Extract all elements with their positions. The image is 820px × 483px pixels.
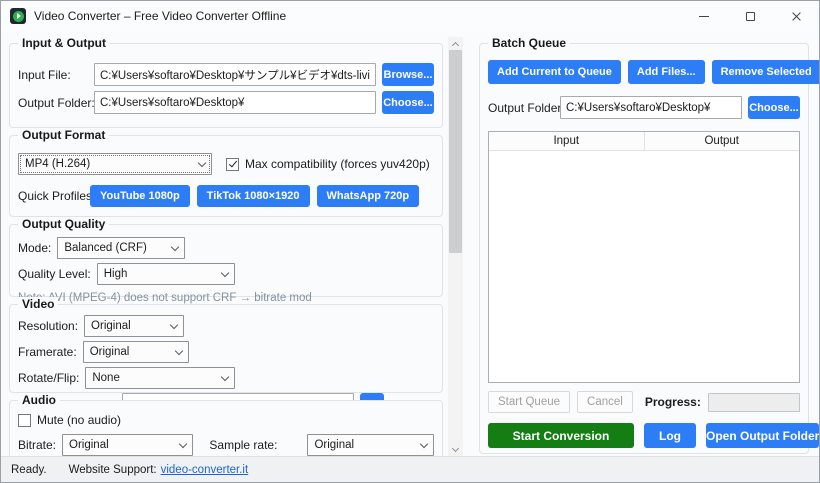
chevron-down-icon — [174, 346, 182, 354]
start-queue-button[interactable]: Start Queue — [488, 391, 570, 413]
maximize-button[interactable] — [727, 1, 773, 31]
progress-label: Progress: — [645, 395, 701, 409]
sample-rate-label: Sample rate: — [209, 438, 277, 452]
framerate-value: Original — [90, 346, 130, 358]
section-title-video: Video — [18, 297, 58, 311]
input-output-section: Input & Output Input File: Browse... Out… — [9, 43, 443, 128]
quality-level-label: Quality Level: — [18, 267, 91, 281]
log-button[interactable]: Log — [644, 423, 696, 448]
mode-label: Mode: — [18, 241, 51, 255]
bitrate-label: Bitrate: — [18, 438, 56, 452]
rotate-flip-select[interactable]: None — [85, 367, 235, 389]
scrollbar-thumb[interactable] — [449, 50, 462, 253]
bitrate-select[interactable]: Original — [62, 434, 193, 456]
queue-column-input[interactable]: Input — [489, 132, 645, 150]
framerate-label: Framerate: — [18, 345, 77, 359]
status-text: Ready. — [11, 464, 47, 476]
rotate-flip-label: Rotate/Flip: — [18, 371, 79, 385]
title-bar: Video Converter – Free Video Converter O… — [1, 1, 819, 31]
mode-select[interactable]: Balanced (CRF) — [57, 237, 185, 259]
section-title-input-output: Input & Output — [18, 37, 110, 50]
rotate-flip-value: None — [92, 372, 120, 384]
batch-queue-section: Batch Queue Add Current to Queue Add Fil… — [479, 43, 809, 454]
profile-youtube-button[interactable]: YouTube 1080p — [90, 185, 190, 207]
video-section: Video Resolution: Original Framerate: Or… — [9, 304, 443, 393]
input-file-label: Input File: — [18, 68, 94, 82]
mode-select-value: Balanced (CRF) — [64, 242, 146, 254]
max-compat-label: Max compatibility (forces yuv420p) — [245, 157, 430, 171]
output-format-section: Output Format MP4 (H.264) Max compatibil… — [9, 135, 443, 217]
input-file-field[interactable] — [94, 63, 376, 86]
chevron-down-icon — [179, 439, 187, 447]
window-title: Video Converter – Free Video Converter O… — [34, 9, 286, 23]
max-compat-checkbox[interactable]: Max compatibility (forces yuv420p) — [226, 157, 430, 171]
format-select[interactable]: MP4 (H.264) — [18, 153, 212, 175]
queue-column-output[interactable]: Output — [645, 132, 800, 150]
scroll-down-icon[interactable] — [448, 443, 463, 457]
batch-output-folder-field[interactable] — [560, 96, 742, 119]
chevron-down-icon — [171, 242, 179, 250]
profile-tiktok-button[interactable]: TikTok 1080×1920 — [197, 185, 310, 207]
close-button[interactable] — [773, 1, 819, 31]
checkbox-checked-icon — [226, 158, 239, 171]
close-icon — [791, 11, 802, 22]
section-title-output-format: Output Format — [18, 128, 109, 142]
support-label: Website Support: — [69, 464, 157, 476]
section-title-batch-queue: Batch Queue — [488, 36, 570, 50]
settings-panel: Input & Output Input File: Browse... Out… — [9, 37, 443, 457]
minimize-icon — [699, 16, 709, 17]
add-files-button[interactable]: Add Files... — [628, 60, 705, 84]
settings-scrollbar[interactable] — [448, 37, 463, 457]
cancel-button[interactable]: Cancel — [577, 391, 633, 413]
framerate-select[interactable]: Original — [83, 341, 189, 363]
resolution-select[interactable]: Original — [84, 315, 184, 337]
output-folder-label: Output Folder: — [18, 96, 94, 110]
output-folder-field[interactable] — [94, 91, 376, 114]
bitrate-value: Original — [69, 439, 109, 451]
quick-profiles-label: Quick Profiles: — [18, 189, 90, 203]
choose-output-button[interactable]: Choose... — [382, 91, 434, 114]
section-title-audio: Audio — [18, 393, 60, 407]
batch-choose-folder-button[interactable]: Choose... — [748, 96, 800, 119]
app-logo-icon — [10, 8, 26, 24]
open-output-folder-button[interactable]: Open Output Folder — [706, 423, 819, 448]
queue-table-body[interactable] — [489, 151, 799, 382]
maximize-icon — [746, 12, 755, 21]
scroll-up-icon[interactable] — [448, 37, 463, 51]
add-current-to-queue-button[interactable]: Add Current to Queue — [488, 60, 621, 84]
app-window: Video Converter – Free Video Converter O… — [0, 0, 820, 483]
chevron-down-icon — [170, 320, 178, 328]
chevron-down-icon — [220, 268, 228, 276]
sample-rate-value: Original — [314, 439, 354, 451]
browse-input-button[interactable]: Browse... — [382, 63, 434, 86]
batch-output-folder-label: Output Folder: — [488, 101, 560, 115]
resolution-value: Original — [91, 320, 131, 332]
minimize-button[interactable] — [681, 1, 727, 31]
resolution-label: Resolution: — [18, 319, 78, 333]
mute-checkbox[interactable]: Mute (no audio) — [18, 413, 434, 427]
audio-section: Audio Mute (no audio) Bitrate: Original … — [9, 400, 443, 457]
quality-level-select[interactable]: High — [97, 263, 235, 285]
format-select-value: MP4 (H.264) — [25, 158, 90, 170]
status-bar: Ready. Website Support: video-converter.… — [1, 456, 819, 482]
remove-selected-button[interactable]: Remove Selected — [712, 60, 820, 84]
output-quality-section: Output Quality Mode: Balanced (CRF) Qual… — [9, 224, 443, 297]
checkbox-unchecked-icon — [18, 414, 31, 427]
queue-table-header: Input Output — [489, 132, 799, 151]
chevron-down-icon — [198, 158, 206, 166]
support-link[interactable]: video-converter.it — [161, 464, 249, 476]
quality-level-value: High — [104, 268, 128, 280]
progress-bar — [708, 393, 800, 412]
section-title-output-quality: Output Quality — [18, 217, 109, 231]
sample-rate-select[interactable]: Original — [307, 434, 434, 456]
chevron-down-icon — [420, 439, 428, 447]
profile-whatsapp-button[interactable]: WhatsApp 720p — [317, 185, 420, 207]
chevron-down-icon — [221, 372, 229, 380]
queue-table[interactable]: Input Output — [488, 131, 800, 383]
start-conversion-button[interactable]: Start Conversion — [488, 423, 634, 448]
crf-note: Note: AVI (MPEG-4) does not support CRF … — [18, 292, 434, 304]
mute-label: Mute (no audio) — [37, 413, 121, 427]
